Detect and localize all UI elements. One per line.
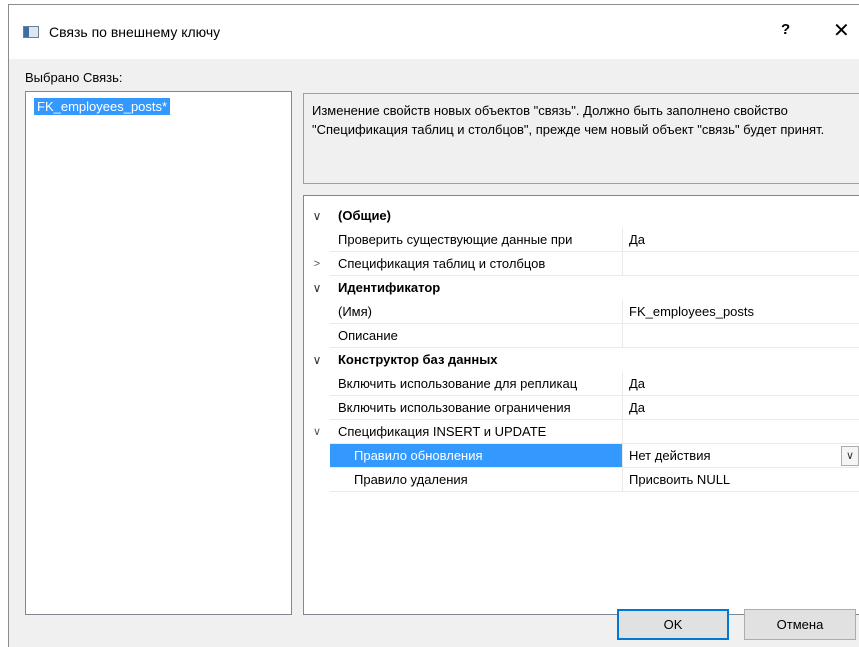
grid-property-row[interactable]: Включить использование для репликац Да	[304, 372, 859, 396]
chevron-down-icon[interactable]: ∨	[841, 446, 859, 466]
property-value[interactable]	[623, 420, 859, 444]
expander-icon[interactable]: >	[304, 252, 330, 276]
title-bar: Связь по внешнему ключу ? ✕	[9, 5, 859, 59]
property-value[interactable]: Да	[623, 228, 859, 252]
grid-property-row[interactable]: Описание	[304, 324, 859, 348]
expander-icon[interactable]: ∨	[304, 348, 330, 372]
grid-category-row[interactable]: ∨ Идентификатор	[304, 276, 859, 300]
property-grid[interactable]: ∨ (Общие) Проверить существующие данные пр…	[303, 195, 859, 615]
grid-property-row[interactable]: Правило удаления Присвоить NULL	[304, 468, 859, 492]
grid-category-row[interactable]: ∨ (Общие)	[304, 204, 859, 228]
property-name[interactable]: Правило удаления	[330, 468, 623, 492]
selected-relation-label: Выбрано Связь:	[25, 70, 123, 85]
grid-property-row[interactable]: Правило обновления Нет действия ∨	[304, 444, 859, 468]
property-value[interactable]	[623, 252, 859, 276]
grid-property-row[interactable]: Проверить существующие данные при Да	[304, 228, 859, 252]
property-value[interactable]: Присвоить NULL	[623, 468, 859, 492]
property-value[interactable]: FK_employees_posts	[623, 300, 859, 324]
grid-property-row[interactable]: ∨ Спецификация INSERT и UPDATE	[304, 420, 859, 444]
property-name[interactable]: Проверить существующие данные при	[330, 228, 623, 252]
property-name[interactable]: Спецификация INSERT и UPDATE	[330, 420, 623, 444]
property-value[interactable]: Нет действия	[623, 444, 859, 468]
help-button[interactable]: ?	[781, 21, 790, 38]
relations-list[interactable]: FK_employees_posts*	[25, 91, 292, 615]
property-name[interactable]: (Имя)	[330, 300, 623, 324]
expander-icon[interactable]: ∨	[304, 276, 330, 300]
property-value[interactable]: Да	[623, 372, 859, 396]
window-title: Связь по внешнему ключу	[49, 24, 221, 40]
property-name[interactable]: Включить использование для репликац	[330, 372, 623, 396]
grid-category-row[interactable]: ∨ Конструктор баз данных	[304, 348, 859, 372]
category-label[interactable]: Идентификатор	[330, 276, 859, 300]
property-name[interactable]: Спецификация таблиц и столбцов	[330, 252, 623, 276]
property-value[interactable]	[623, 324, 859, 348]
expander-icon[interactable]: ∨	[304, 420, 330, 444]
property-name[interactable]: Правило обновления	[330, 444, 623, 468]
property-value[interactable]: Да	[623, 396, 859, 420]
window-icon	[23, 26, 39, 38]
grid-property-row[interactable]: (Имя) FK_employees_posts	[304, 300, 859, 324]
grid-property-row[interactable]: Включить использование ограничения Да	[304, 396, 859, 420]
grid-property-row[interactable]: > Спецификация таблиц и столбцов	[304, 252, 859, 276]
category-label[interactable]: Конструктор баз данных	[330, 348, 859, 372]
description-panel: Изменение свойств новых объектов "связь"…	[303, 93, 859, 184]
expander-icon[interactable]: ∨	[304, 204, 330, 228]
property-name[interactable]: Включить использование ограничения	[330, 396, 623, 420]
property-name[interactable]: Описание	[330, 324, 623, 348]
cancel-button[interactable]: Отмена	[744, 609, 856, 640]
foreign-key-dialog: Связь по внешнему ключу ? ✕ Выбрано Связ…	[8, 4, 859, 647]
list-item[interactable]: FK_employees_posts*	[34, 98, 171, 115]
close-icon[interactable]: ✕	[833, 18, 850, 43]
category-label[interactable]: (Общие)	[330, 204, 859, 228]
ok-button[interactable]: OK	[617, 609, 729, 640]
